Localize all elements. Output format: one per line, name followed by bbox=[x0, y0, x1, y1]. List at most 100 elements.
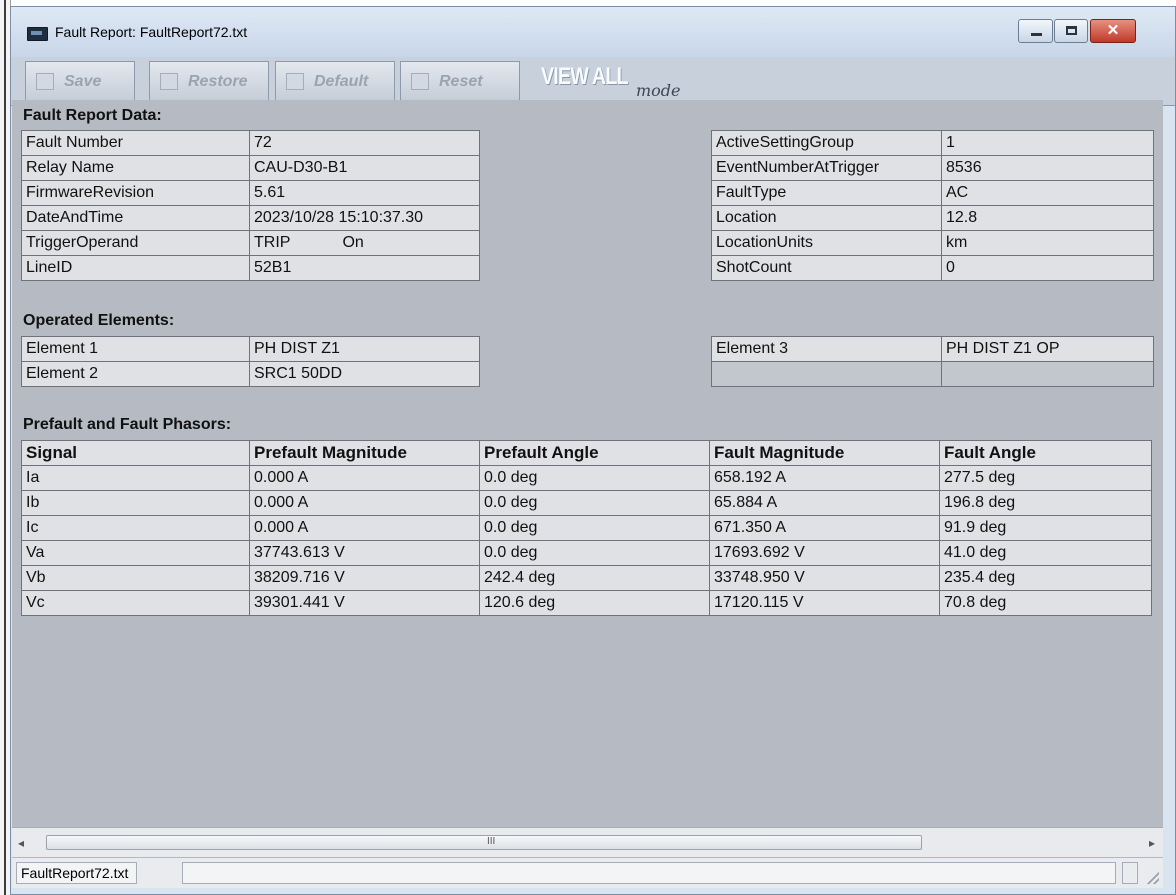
fault-angle-cell: 41.0 deg bbox=[939, 540, 1152, 566]
field-value: TRIP On bbox=[249, 230, 480, 256]
restore-button[interactable]: Restore bbox=[149, 61, 269, 101]
field-label: Relay Name bbox=[21, 155, 250, 181]
field-label: FirmwareRevision bbox=[21, 180, 250, 206]
element-value: PH DIST Z1 OP bbox=[941, 336, 1154, 362]
table-row: EventNumberAtTrigger 8536 bbox=[711, 155, 1154, 181]
field-value: 8536 bbox=[941, 155, 1154, 181]
fault-angle-cell: 277.5 deg bbox=[939, 465, 1152, 491]
field-label: TriggerOperand bbox=[21, 230, 250, 256]
save-button[interactable]: Save bbox=[25, 61, 135, 101]
maximize-icon bbox=[1066, 26, 1077, 35]
element-label-empty bbox=[711, 361, 942, 387]
field-label: LineID bbox=[21, 255, 250, 281]
prefault-magnitude-cell: 39301.441 V bbox=[249, 590, 480, 616]
signal-cell: Ib bbox=[21, 490, 250, 516]
column-header: Fault Magnitude bbox=[709, 440, 940, 466]
table-row: Relay Name CAU-D30-B1 bbox=[21, 155, 480, 181]
status-panel-small bbox=[1122, 862, 1138, 884]
table-row: Element 2 SRC1 50DD bbox=[21, 361, 480, 387]
table-row: TriggerOperand TRIP On bbox=[21, 230, 480, 256]
prefault-angle-cell: 0.0 deg bbox=[479, 490, 710, 516]
field-label: Location bbox=[711, 205, 942, 231]
table-row: FirmwareRevision 5.61 bbox=[21, 180, 480, 206]
resize-grip-icon[interactable] bbox=[1147, 872, 1159, 884]
status-bar: FaultReport72.txt bbox=[12, 857, 1163, 888]
prefault-angle-cell: 242.4 deg bbox=[479, 565, 710, 591]
scrollbar-thumb[interactable]: III bbox=[46, 835, 922, 850]
close-icon: ✕ bbox=[1106, 22, 1120, 39]
column-header: Prefault Magnitude bbox=[249, 440, 480, 466]
field-label: ActiveSettingGroup bbox=[711, 130, 942, 156]
table-row: Element 1 PH DIST Z1 bbox=[21, 336, 480, 362]
view-all-label: VIEW ALL bbox=[541, 63, 629, 90]
table-row bbox=[711, 361, 1154, 387]
status-panel bbox=[182, 862, 1116, 884]
signal-cell: Vc bbox=[21, 590, 250, 616]
status-filename: FaultReport72.txt bbox=[16, 862, 138, 884]
fault-angle-cell: 235.4 deg bbox=[939, 565, 1152, 591]
signal-cell: Vb bbox=[21, 565, 250, 591]
restore-icon bbox=[160, 73, 178, 90]
field-value: 2023/10/28 15:10:37.30 bbox=[249, 205, 480, 231]
restore-label: Restore bbox=[188, 73, 248, 90]
fault-report-right-table: ActiveSettingGroup 1 EventNumberAtTrigger… bbox=[711, 130, 1154, 281]
field-value: km bbox=[941, 230, 1154, 256]
table-row: Ia 0.000 A 0.0 deg 658.192 A 277.5 deg bbox=[21, 465, 1152, 491]
table-row: Va 37743.613 V 0.0 deg 17693.692 V 41.0 … bbox=[21, 540, 1152, 566]
table-row: Location 12.8 bbox=[711, 205, 1154, 231]
table-row: Fault Number 72 bbox=[21, 130, 480, 156]
table-row: Ib 0.000 A 0.0 deg 65.884 A 196.8 deg bbox=[21, 490, 1152, 516]
save-icon bbox=[36, 73, 54, 90]
prefault-magnitude-cell: 0.000 A bbox=[249, 490, 480, 516]
close-button[interactable]: ✕ bbox=[1090, 19, 1136, 43]
field-label: LocationUnits bbox=[711, 230, 942, 256]
trigger-state: On bbox=[342, 234, 364, 251]
maximize-button[interactable] bbox=[1054, 19, 1088, 43]
field-value: 72 bbox=[249, 130, 480, 156]
default-button[interactable]: Default bbox=[275, 61, 395, 101]
table-row: LineID 52B1 bbox=[21, 255, 480, 281]
prefault-angle-cell: 0.0 deg bbox=[479, 540, 710, 566]
horizontal-scrollbar[interactable]: ◂ III ▸ bbox=[12, 827, 1163, 858]
table-row: ActiveSettingGroup 1 bbox=[711, 130, 1154, 156]
field-label: DateAndTime bbox=[21, 205, 250, 231]
field-label: Fault Number bbox=[21, 130, 250, 156]
prefault-angle-cell: 120.6 deg bbox=[479, 590, 710, 616]
table-row: Ic 0.000 A 0.0 deg 671.350 A 91.9 deg bbox=[21, 515, 1152, 541]
fault-report-heading: Fault Report Data: bbox=[23, 107, 162, 124]
reset-label: Reset bbox=[439, 73, 483, 90]
app-icon bbox=[27, 27, 48, 41]
operated-elements-left-table: Element 1 PH DIST Z1 Element 2 SRC1 50DD bbox=[21, 336, 480, 387]
field-value: CAU-D30-B1 bbox=[249, 155, 480, 181]
title-bar[interactable]: Fault Report: FaultReport72.txt ✕ bbox=[11, 7, 1175, 57]
fault-magnitude-cell: 33748.950 V bbox=[709, 565, 940, 591]
scrollbar-grip-icon: III bbox=[487, 836, 496, 847]
fault-angle-cell: 196.8 deg bbox=[939, 490, 1152, 516]
table-row: Element 3 PH DIST Z1 OP bbox=[711, 336, 1154, 362]
minimize-button[interactable] bbox=[1018, 19, 1053, 43]
fault-magnitude-cell: 671.350 A bbox=[709, 515, 940, 541]
default-icon bbox=[286, 73, 304, 90]
column-header: Prefault Angle bbox=[479, 440, 710, 466]
scroll-left-arrow-icon[interactable]: ◂ bbox=[18, 836, 24, 850]
table-row: LocationUnits km bbox=[711, 230, 1154, 256]
prefault-angle-cell: 0.0 deg bbox=[479, 465, 710, 491]
table-row: ShotCount 0 bbox=[711, 255, 1154, 281]
field-value: 52B1 bbox=[249, 255, 480, 281]
prefault-magnitude-cell: 37743.613 V bbox=[249, 540, 480, 566]
reset-button[interactable]: Reset bbox=[400, 61, 520, 101]
fault-angle-cell: 70.8 deg bbox=[939, 590, 1152, 616]
element-label: Element 1 bbox=[21, 336, 250, 362]
field-value: 5.61 bbox=[249, 180, 480, 206]
report-content: Fault Report Data: Fault Number 72 Relay … bbox=[12, 100, 1163, 827]
phasors-heading: Prefault and Fault Phasors: bbox=[23, 416, 232, 433]
signal-cell: Ic bbox=[21, 515, 250, 541]
operated-elements-right-table: Element 3 PH DIST Z1 OP bbox=[711, 336, 1154, 387]
window-title: Fault Report: FaultReport72.txt bbox=[55, 24, 248, 40]
field-label: FaultType bbox=[711, 180, 942, 206]
trigger-operand: TRIP bbox=[254, 234, 291, 251]
table-row: DateAndTime 2023/10/28 15:10:37.30 bbox=[21, 205, 480, 231]
table-row: FaultType AC bbox=[711, 180, 1154, 206]
phasors-table: Signal Prefault Magnitude Prefault Angle… bbox=[21, 440, 1152, 616]
scroll-right-arrow-icon[interactable]: ▸ bbox=[1149, 836, 1155, 850]
